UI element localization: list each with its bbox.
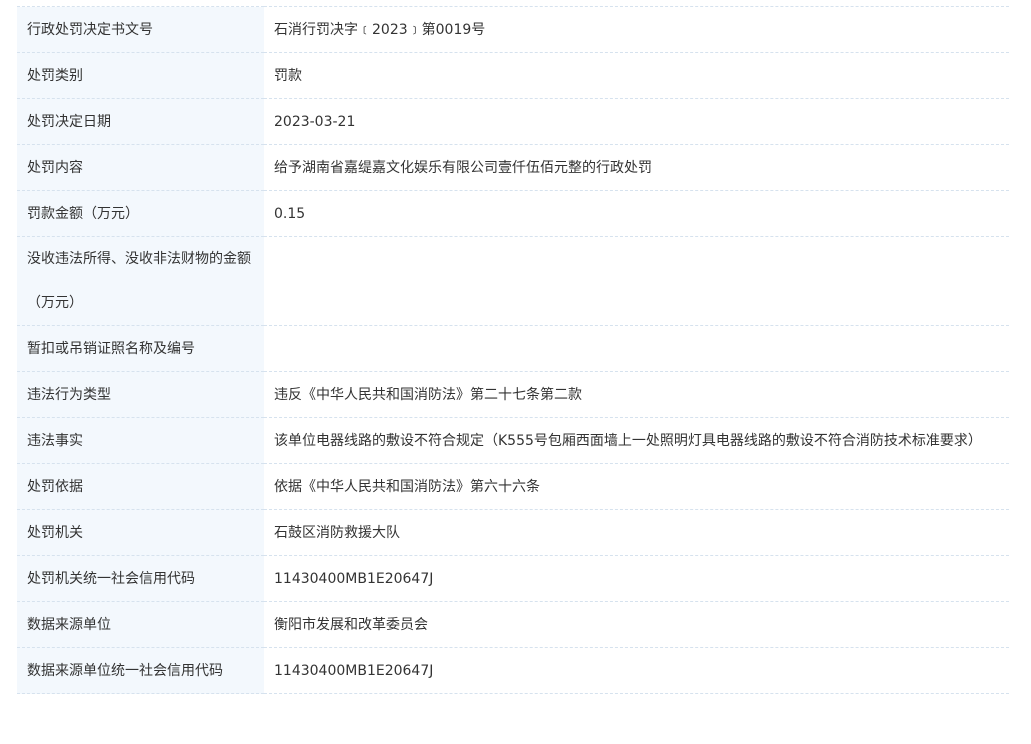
row-label-confiscation-amount: 没收违法所得、没收非法财物的金额（万元） xyxy=(17,236,264,326)
table-row: 处罚内容 给予湖南省嘉缇嘉文化娱乐有限公司壹仟伍佰元整的行政处罚 xyxy=(17,144,1009,191)
row-value-authority-credit-code: 11430400MB1E20647J xyxy=(264,555,1009,602)
row-value-violation-type: 违反《中华人民共和国消防法》第二十七条第二款 xyxy=(264,371,1009,418)
table-row: 违法行为类型 违反《中华人民共和国消防法》第二十七条第二款 xyxy=(17,371,1009,418)
row-value-fine-amount: 0.15 xyxy=(264,190,1009,237)
row-label-penalty-authority: 处罚机关 xyxy=(17,509,264,556)
row-label-fine-amount: 罚款金额（万元） xyxy=(17,190,264,237)
row-value-penalty-authority: 石鼓区消防救援大队 xyxy=(264,509,1009,556)
row-value-penalty-category: 罚款 xyxy=(264,52,1009,99)
row-label-decision-date: 处罚决定日期 xyxy=(17,98,264,145)
row-value-penalty-basis: 依据《中华人民共和国消防法》第六十六条 xyxy=(264,463,1009,510)
row-value-penalty-content: 给予湖南省嘉缇嘉文化娱乐有限公司壹仟伍佰元整的行政处罚 xyxy=(264,144,1009,191)
penalty-detail-container: 行政处罚决定书文号 石消行罚决字﹝2023﹞第0019号 处罚类别 罚款 处罚决… xyxy=(17,6,1009,694)
table-row: 数据来源单位统一社会信用代码 11430400MB1E20647J xyxy=(17,647,1009,694)
row-label-license-suspension: 暂扣或吊销证照名称及编号 xyxy=(17,325,264,372)
table-row: 处罚机关统一社会信用代码 11430400MB1E20647J xyxy=(17,555,1009,602)
table-row: 处罚决定日期 2023-03-21 xyxy=(17,98,1009,145)
table-row: 处罚依据 依据《中华人民共和国消防法》第六十六条 xyxy=(17,463,1009,510)
table-row: 处罚类别 罚款 xyxy=(17,52,1009,99)
row-value-violation-facts: 该单位电器线路的敷设不符合规定（K555号包厢西面墙上一处照明灯具电器线路的敷设… xyxy=(264,417,1009,464)
row-label-data-source: 数据来源单位 xyxy=(17,601,264,648)
row-value-data-source: 衡阳市发展和改革委员会 xyxy=(264,601,1009,648)
row-value-license-suspension xyxy=(264,325,1009,372)
row-label-penalty-basis: 处罚依据 xyxy=(17,463,264,510)
row-label-penalty-category: 处罚类别 xyxy=(17,52,264,99)
table-row: 没收违法所得、没收非法财物的金额（万元） xyxy=(17,236,1009,326)
row-value-decision-number: 石消行罚决字﹝2023﹞第0019号 xyxy=(264,6,1009,53)
row-label-penalty-content: 处罚内容 xyxy=(17,144,264,191)
row-label-authority-credit-code: 处罚机关统一社会信用代码 xyxy=(17,555,264,602)
penalty-detail-table: 行政处罚决定书文号 石消行罚决字﹝2023﹞第0019号 处罚类别 罚款 处罚决… xyxy=(17,6,1009,694)
row-label-decision-number: 行政处罚决定书文号 xyxy=(17,6,264,53)
row-value-decision-date: 2023-03-21 xyxy=(264,98,1009,145)
row-value-confiscation-amount xyxy=(264,236,1009,326)
table-row: 暂扣或吊销证照名称及编号 xyxy=(17,325,1009,372)
table-row: 数据来源单位 衡阳市发展和改革委员会 xyxy=(17,601,1009,648)
row-label-violation-facts: 违法事实 xyxy=(17,417,264,464)
row-label-violation-type: 违法行为类型 xyxy=(17,371,264,418)
table-row: 行政处罚决定书文号 石消行罚决字﹝2023﹞第0019号 xyxy=(17,6,1009,53)
table-row: 罚款金额（万元） 0.15 xyxy=(17,190,1009,237)
table-row: 违法事实 该单位电器线路的敷设不符合规定（K555号包厢西面墙上一处照明灯具电器… xyxy=(17,417,1009,464)
table-row: 处罚机关 石鼓区消防救援大队 xyxy=(17,509,1009,556)
row-label-data-source-credit-code: 数据来源单位统一社会信用代码 xyxy=(17,647,264,694)
row-value-data-source-credit-code: 11430400MB1E20647J xyxy=(264,647,1009,694)
